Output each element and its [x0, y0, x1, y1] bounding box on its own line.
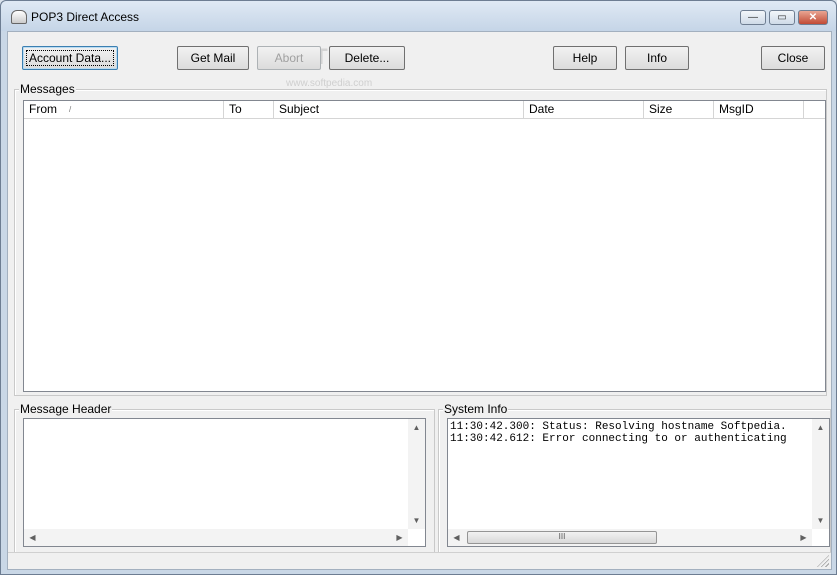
softpedia-url-watermark: www.softpedia.com [286, 78, 373, 89]
scroll-left-icon[interactable]: ◀ [24, 529, 41, 546]
message-header-group: Message Header ▲ ▼ ◀ ▶ [14, 402, 435, 553]
messages-list[interactable]: From / To Subject Date Size MsgID [23, 100, 826, 392]
sort-indicator-icon: / [69, 105, 72, 114]
mail-app-icon [11, 10, 27, 24]
column-size[interactable]: Size [644, 101, 714, 118]
system-info-log: 11:30:42.300: Status: Resolving hostname… [450, 421, 787, 445]
scroll-left-icon[interactable]: ◀ [448, 529, 465, 546]
help-button[interactable]: Help [553, 46, 617, 70]
message-header-hscrollbar[interactable]: ◀ ▶ [24, 529, 408, 546]
log-line: 11:30:42.612: Error connecting to or aut… [450, 433, 787, 445]
messages-list-header: From / To Subject Date Size MsgID [24, 101, 825, 119]
close-window-button[interactable]: ✕ [798, 10, 828, 25]
messages-group: Messages From / To Subject Date Size MsgI… [14, 82, 827, 396]
scroll-up-icon[interactable]: ▲ [812, 419, 829, 436]
status-bar [8, 552, 831, 569]
system-info-group-label: System Info [443, 402, 509, 416]
column-date[interactable]: Date [524, 101, 644, 118]
account-data-label: Account Data... [26, 50, 114, 66]
get-mail-button[interactable]: Get Mail [177, 46, 249, 70]
scroll-right-icon[interactable]: ▶ [391, 529, 408, 546]
column-from-label: From [29, 102, 57, 116]
scroll-down-icon[interactable]: ▼ [812, 512, 829, 529]
close-button[interactable]: Close [761, 46, 825, 70]
log-line: 11:30:42.300: Status: Resolving hostname… [450, 421, 787, 433]
column-to[interactable]: To [224, 101, 274, 118]
window-title: POP3 Direct Access [31, 10, 140, 24]
scroll-up-icon[interactable]: ▲ [408, 419, 425, 436]
info-button[interactable]: Info [625, 46, 689, 70]
minimize-button[interactable]: — [740, 10, 766, 25]
messages-group-label: Messages [19, 82, 76, 96]
system-info-textbox[interactable]: 11:30:42.300: Status: Resolving hostname… [447, 418, 830, 547]
maximize-button[interactable]: ▭ [769, 10, 795, 25]
resize-grip-icon[interactable] [817, 555, 829, 567]
abort-button[interactable]: Abort [257, 46, 321, 70]
app-window: POP3 Direct Access — ▭ ✕ SOFTPEDIA www.s… [0, 0, 837, 575]
system-info-hscrollbar[interactable]: ◀ III ▶ [448, 529, 812, 546]
account-data-button[interactable]: Account Data... [22, 46, 118, 70]
column-subject[interactable]: Subject [274, 101, 524, 118]
system-info-vscrollbar[interactable]: ▲ ▼ [812, 419, 829, 529]
column-msgid[interactable]: MsgID [714, 101, 804, 118]
message-header-vscrollbar[interactable]: ▲ ▼ [408, 419, 425, 529]
hscroll-thumb[interactable]: III [467, 531, 657, 544]
delete-button[interactable]: Delete... [329, 46, 405, 70]
message-header-group-label: Message Header [19, 402, 113, 416]
column-from[interactable]: From / [24, 101, 224, 118]
title-bar[interactable]: POP3 Direct Access — ▭ ✕ [1, 1, 836, 31]
client-area: SOFTPEDIA www.softpedia.com Account Data… [7, 31, 832, 570]
scroll-down-icon[interactable]: ▼ [408, 512, 425, 529]
scroll-right-icon[interactable]: ▶ [795, 529, 812, 546]
message-header-textbox[interactable]: ▲ ▼ ◀ ▶ [23, 418, 426, 547]
system-info-group: System Info 11:30:42.300: Status: Resolv… [438, 402, 831, 553]
